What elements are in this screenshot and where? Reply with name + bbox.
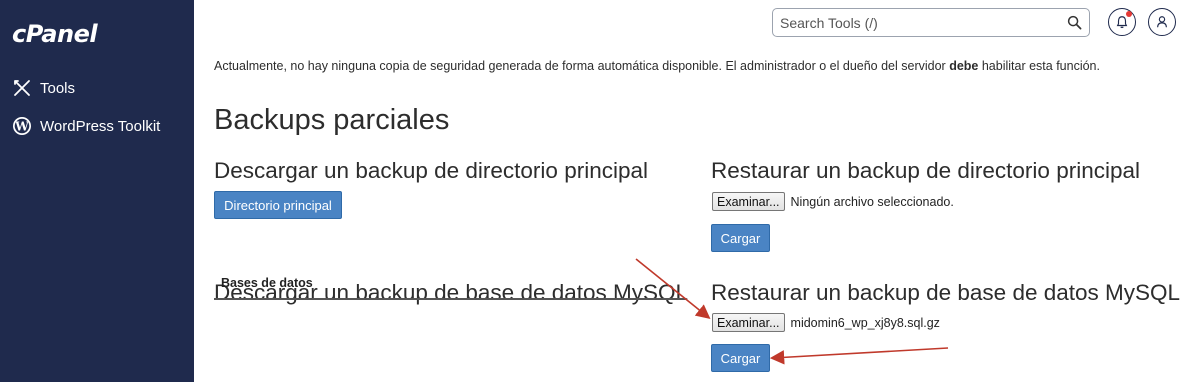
- restore-home-title: Restaurar un backup de directorio princi…: [711, 158, 1140, 183]
- main-content: Actualmente, no hay ninguna copia de seg…: [194, 46, 1186, 382]
- download-home-button[interactable]: Directorio principal: [214, 191, 342, 219]
- notifications-button[interactable]: [1108, 8, 1136, 36]
- cpanel-logo[interactable]: cPanel: [12, 20, 98, 48]
- tools-icon: [12, 78, 32, 98]
- download-home-title: Descargar un backup de directorio princi…: [214, 158, 648, 183]
- top-bar: [194, 0, 1186, 46]
- page-title: Backups parciales: [214, 104, 450, 136]
- backup-notice: Actualmente, no hay ninguna copia de seg…: [214, 59, 1100, 73]
- browse-button[interactable]: Examinar...: [712, 313, 785, 332]
- sidebar-item-wordpress-toolkit[interactable]: W WordPress Toolkit: [12, 116, 160, 136]
- restore-home-upload-button[interactable]: Cargar: [711, 224, 770, 252]
- user-icon: [1157, 16, 1167, 28]
- sidebar-item-label: Tools: [40, 79, 76, 97]
- sidebar: cPanel Tools W WordPress Toolkit: [0, 0, 194, 382]
- restore-mysql-file-picker: Examinar... midomin6_wp_xj8y8.sql.gz: [712, 313, 940, 332]
- wordpress-icon: W: [12, 116, 32, 136]
- sidebar-item-label: WordPress Toolkit: [40, 117, 161, 135]
- file-status: midomin6_wp_xj8y8.sql.gz: [790, 315, 940, 330]
- restore-mysql-title: Restaurar un backup de base de datos MyS…: [711, 280, 1181, 305]
- databases-column-label: Bases de datos: [221, 276, 313, 290]
- bell-icon: [1116, 16, 1128, 29]
- search-icon[interactable]: [1067, 15, 1082, 30]
- restore-mysql-upload-button[interactable]: Cargar: [711, 344, 770, 372]
- notification-dot: [1126, 11, 1132, 17]
- search-input[interactable]: [780, 13, 1060, 33]
- databases-table-header: Bases de datos: [214, 268, 686, 300]
- svg-text:W: W: [14, 120, 29, 134]
- sidebar-item-tools[interactable]: Tools: [12, 78, 75, 98]
- restore-home-file-picker: Examinar... Ningún archivo seleccionado.: [712, 192, 954, 211]
- browse-button[interactable]: Examinar...: [712, 192, 785, 211]
- user-menu-button[interactable]: [1148, 8, 1176, 36]
- file-status: Ningún archivo seleccionado.: [790, 194, 954, 209]
- search-box: [772, 8, 1090, 37]
